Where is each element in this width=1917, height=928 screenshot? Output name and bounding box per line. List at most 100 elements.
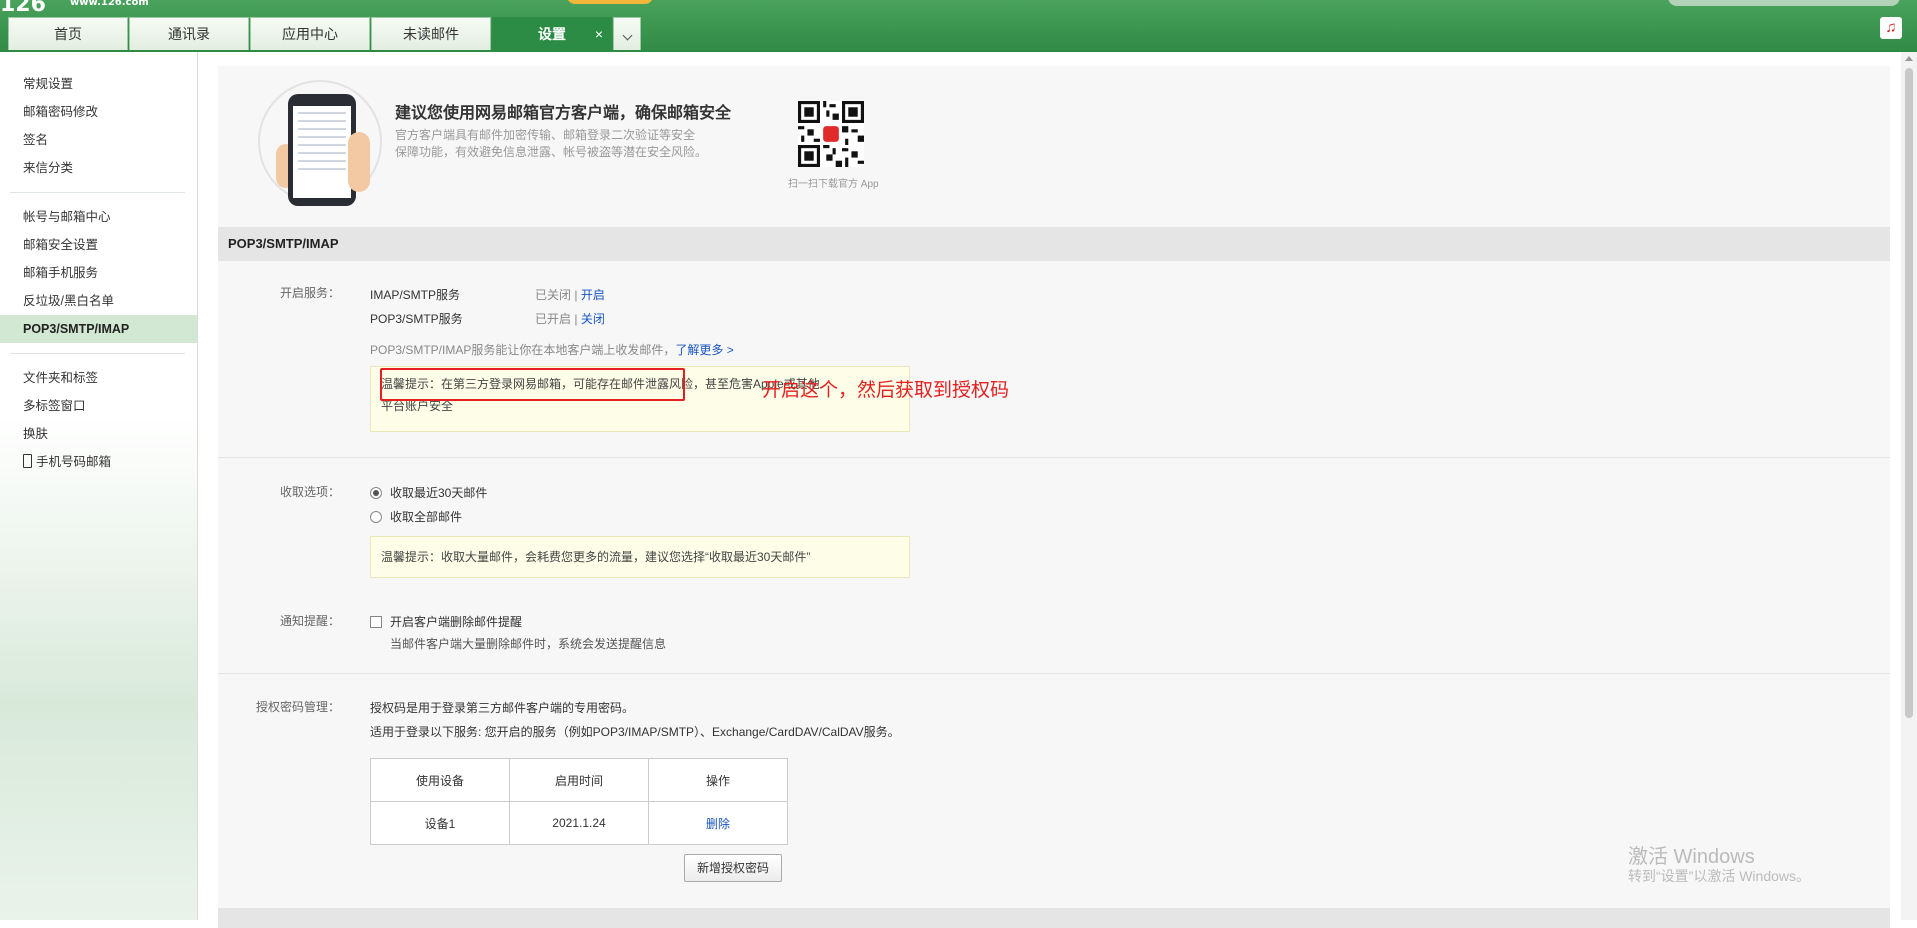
notify-description: 当邮件客户端大量删除邮件时，系统会发送提醒信息 (390, 637, 667, 651)
sidebar-item-folders[interactable]: 文件夹和标签 (0, 364, 197, 392)
client-promo-banner: 建议您使用网易邮箱官方客户端，确保邮箱安全 官方客户端具有邮件加密传输、邮箱登录… (218, 66, 1890, 206)
receive-label: 收取选项： (279, 485, 340, 499)
sidebar-divider (10, 353, 185, 354)
logo-url: www.126.com (70, 0, 149, 8)
promo-description: 官方客户端具有邮件加密传输、邮箱登录二次验证等安全 保障功能，有效避免信息泄露、… (395, 127, 725, 161)
top-promo-pill[interactable] (567, 0, 653, 4)
services-label: 开启服务： (279, 286, 340, 300)
music-icon[interactable]: ♫ (1880, 17, 1902, 39)
sidebar-group-other: 文件夹和标签 多标签窗口 换肤 手机号码邮箱 (0, 364, 197, 476)
sidebar-item-signature[interactable]: 签名 (0, 126, 197, 154)
sidebar-item-multi-tab[interactable]: 多标签窗口 (0, 392, 197, 420)
section-title: POP3/SMTP/IMAP (218, 227, 1890, 261)
tab-settings[interactable]: 设置 × (492, 17, 612, 50)
auth-desc-1: 授权码是用于登录第三方邮件客户端的专用密码。 (370, 701, 635, 715)
radio-icon[interactable] (370, 511, 382, 523)
sidebar-item-label: 手机号码邮箱 (36, 455, 112, 469)
delete-reminder-option[interactable]: 开启客户端删除邮件提醒 (370, 613, 522, 630)
annotation-text: 开启这个，然后获取到授权码 (762, 380, 1010, 401)
phone-illustration (288, 94, 356, 206)
chevron-down-icon (622, 30, 632, 41)
imap-service-name: IMAP/SMTP服务 (370, 288, 461, 302)
date-cell: 2021.1.24 (509, 801, 649, 845)
tab-bar: 首页 通讯录 应用中心 未读邮件 设置 × (8, 17, 642, 51)
windows-watermark-title: 激活 Windows (1628, 846, 1755, 868)
pop3-service-name: POP3/SMTP服务 (370, 312, 463, 326)
hand-illustration (348, 132, 370, 192)
sidebar-item-pop3[interactable]: POP3/SMTP/IMAP (0, 315, 197, 343)
tab-settings-label: 设置 (538, 26, 566, 42)
promo-title: 建议您使用网易邮箱官方客户端，确保邮箱安全 (395, 105, 732, 122)
scrollbar[interactable] (1901, 52, 1917, 920)
qr-caption: 扫一扫下载官方 App (788, 179, 879, 190)
close-icon[interactable]: × (595, 18, 603, 51)
settings-sidebar: 常规设置 邮箱密码修改 签名 来信分类 帐号与邮箱中心 邮箱安全设置 邮箱手机服… (0, 52, 198, 920)
sidebar-item-password[interactable]: 邮箱密码修改 (0, 98, 197, 126)
settings-panel: 建议您使用网易邮箱官方客户端，确保邮箱安全 官方客户端具有邮件加密传输、邮箱登录… (218, 66, 1890, 928)
action-cell: 删除 (648, 801, 788, 845)
delete-link[interactable]: 删除 (706, 817, 730, 831)
tab-unread[interactable]: 未读邮件 (371, 17, 491, 50)
phone-screen (293, 106, 351, 198)
search-box[interactable] (1668, 0, 1900, 6)
radio-checked-icon[interactable] (370, 487, 382, 499)
separator: | (574, 288, 578, 302)
imap-service-status: 已关闭 | 开启 (535, 286, 605, 303)
row-divider (218, 673, 1890, 674)
scroll-up-icon[interactable] (1905, 56, 1913, 61)
notify-opt-label: 开启客户端删除邮件提醒 (390, 615, 523, 629)
sidebar-item-skin[interactable]: 换肤 (0, 420, 197, 448)
receive-opt-label: 收取最近30天邮件 (390, 486, 488, 500)
receive-opt-label: 收取全部邮件 (390, 510, 463, 524)
traffic-tip: 温馨提示：收取大量邮件，会耗费您更多的流量，建议您选择“收取最近30天邮件” (370, 536, 910, 578)
next-section-header (218, 908, 1890, 928)
logo: 126 (0, 0, 46, 17)
sidebar-item-phone-mailbox[interactable]: 手机号码邮箱 (0, 448, 197, 476)
add-auth-code-button[interactable]: 新增授权密码 (684, 854, 782, 882)
tab-contacts[interactable]: 通讯录 (129, 17, 249, 50)
main-content: 建议您使用网易邮箱官方客户端，确保邮箱安全 官方客户端具有邮件加密传输、邮箱登录… (198, 52, 1898, 928)
sidebar-item-mobile-service[interactable]: 邮箱手机服务 (0, 259, 197, 287)
table-header: 操作 (648, 758, 788, 802)
auth-desc-2: 适用于登录以下服务: 您开启的服务（例如POP3/IMAP/SMTP）、Exch… (370, 725, 900, 739)
promo-desc-line: 官方客户端具有邮件加密传输、邮箱登录二次验证等安全 (395, 128, 696, 142)
phone-icon (23, 454, 32, 468)
learn-more-link[interactable]: 了解更多 > (675, 343, 733, 357)
table-header-row: 使用设备 启用时间 操作 (370, 758, 788, 802)
table-header: 使用设备 (370, 758, 510, 802)
table-row: 设备1 2021.1.24 删除 (370, 801, 788, 845)
pop3-status-text: 已开启 (535, 312, 572, 326)
device-cell: 设备1 (370, 801, 510, 845)
scroll-thumb[interactable] (1905, 68, 1913, 718)
auth-code-table: 使用设备 启用时间 操作 设备1 2021.1.24 删除 (370, 758, 788, 845)
notify-label: 通知提醒： (279, 614, 340, 628)
table-header: 启用时间 (509, 758, 649, 802)
top-bar: 126 www.126.com 首页 通讯录 应用中心 未读邮件 设置 × ♫ (0, 0, 1917, 52)
service-description: POP3/SMTP/IMAP服务能让你在本地客户端上收发邮件，了解更多 > (370, 341, 734, 358)
sidebar-item-mail-filter[interactable]: 来信分类 (0, 154, 197, 182)
pop3-service-status: 已开启 | 关闭 (535, 310, 605, 327)
tab-home[interactable]: 首页 (8, 17, 128, 50)
sidebar-group-account: 帐号与邮箱中心 邮箱安全设置 邮箱手机服务 反垃圾/黑白名单 POP3/SMTP… (0, 203, 197, 343)
sidebar-item-account-center[interactable]: 帐号与邮箱中心 (0, 203, 197, 231)
tab-more-dropdown[interactable] (613, 17, 641, 50)
sidebar-item-antispam[interactable]: 反垃圾/黑白名单 (0, 287, 197, 315)
row-divider (218, 457, 1890, 458)
auth-label: 授权密码管理： (255, 700, 340, 714)
checkbox-icon[interactable] (370, 616, 382, 628)
imap-enable-link[interactable]: 开启 (581, 288, 605, 302)
separator: | (574, 312, 578, 326)
qr-code-icon (798, 101, 864, 167)
promo-desc-line: 保障功能，有效避免信息泄露、帐号被盗等潜在安全风险。 (395, 145, 708, 159)
pop3-disable-link[interactable]: 关闭 (581, 312, 605, 326)
receive-recent-option[interactable]: 收取最近30天邮件 (370, 484, 487, 501)
imap-status-text: 已关闭 (535, 288, 572, 302)
windows-watermark-subtitle: 转到“设置”以激活 Windows。 (1628, 868, 1811, 884)
sidebar-item-general[interactable]: 常规设置 (0, 70, 197, 98)
receive-all-option[interactable]: 收取全部邮件 (370, 508, 462, 525)
sidebar-item-security[interactable]: 邮箱安全设置 (0, 231, 197, 259)
service-desc-text: POP3/SMTP/IMAP服务能让你在本地客户端上收发邮件， (370, 343, 676, 357)
highlight-box (380, 368, 685, 401)
sidebar-group-general: 常规设置 邮箱密码修改 签名 来信分类 (0, 70, 197, 182)
tab-app-center[interactable]: 应用中心 (250, 17, 370, 50)
